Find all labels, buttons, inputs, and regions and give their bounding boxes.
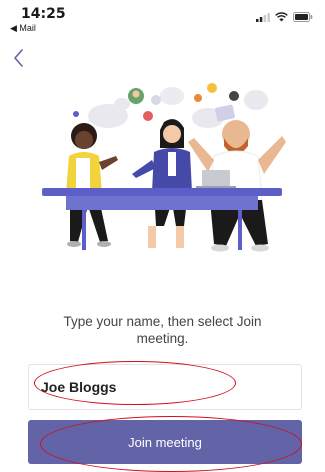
back-button[interactable] [8, 46, 30, 70]
status-time: 14:25 [21, 6, 66, 22]
signal-icon [256, 13, 270, 22]
status-bar: 14:25 ◀ Mail [0, 0, 325, 36]
back-to-mail-link[interactable]: ◀ Mail [10, 23, 36, 34]
chevron-left-icon [14, 49, 23, 67]
status-icons [256, 12, 313, 22]
wifi-icon [275, 12, 288, 22]
instruction-text: Type your name, then select Join meeting… [63, 314, 262, 346]
battery-icon [293, 12, 313, 22]
meeting-illustration [42, 83, 286, 252]
join-meeting-button[interactable]: Join meeting [28, 420, 302, 464]
name-input[interactable] [28, 364, 302, 410]
